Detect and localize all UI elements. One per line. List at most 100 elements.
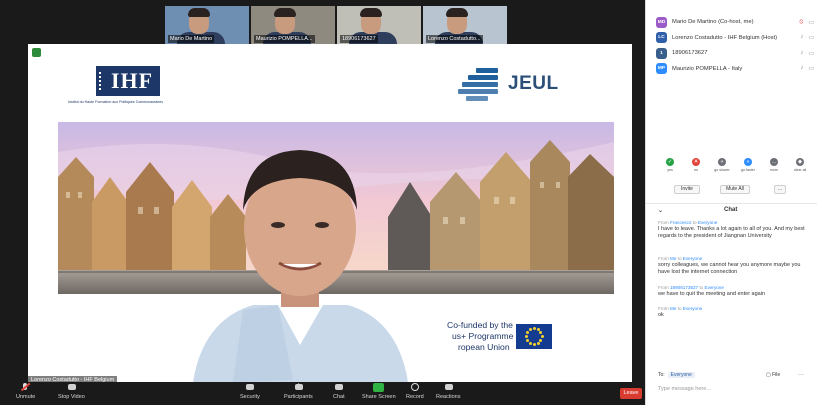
reaction-label: no (694, 168, 698, 172)
shared-slide: IHF Institut du Haute Formation aux Poli… (28, 44, 632, 382)
chat-message: From Francesco to Everyone I have to leav… (658, 220, 808, 241)
participants-button[interactable]: 4 Participants (284, 383, 313, 400)
reaction-icon: ✕ (692, 158, 700, 166)
eu-star-icon (532, 343, 536, 346)
participant-thumbnail[interactable]: Maurizio POMPELLA... (251, 6, 335, 44)
eu-star-icon (525, 331, 529, 334)
chevron-down-icon[interactable]: ⌄ (658, 207, 663, 214)
security-button[interactable]: Security (240, 383, 260, 400)
nonverbal-feedback-bar: ✓ yes ✕ no « go slower » go faster … more ◆ clear a… (660, 158, 810, 180)
chat-recipient-name: Everyone (682, 306, 703, 311)
toolbar-label: Reactions (436, 394, 461, 400)
reaction-label: clear all (793, 168, 807, 172)
meeting-toolbar: Unmute Stop Video Security 4 Participants Cha… (0, 382, 645, 405)
eu-star-icon (536, 341, 540, 345)
ihf-logo-mark: IHF (96, 66, 160, 96)
participant-thumbnail-strip: Mario De Martino Maurizio POMPELLA... 1890… (165, 6, 507, 44)
participant-thumbnail[interactable]: Lorenzo Costadutto... (423, 6, 507, 44)
chat-to-label: To: (658, 372, 665, 378)
avatar: MD (656, 16, 667, 28)
reaction-icon: « (718, 158, 726, 166)
chat-title: Chat (724, 207, 738, 213)
participants-count: 4 (297, 383, 300, 389)
chat-message: From Me to Everyone sorry colleagues, we … (658, 256, 808, 277)
chat-bubble-icon (333, 383, 344, 392)
meeting-window: Mario De Martino Maurizio POMPELLA... 1890… (0, 0, 645, 405)
eu-star-icon (539, 339, 543, 342)
participant-row[interactable]: LC Lorenzo Costadutto - IHF Belgium (Host… (656, 31, 814, 45)
participant-row[interactable]: 1 18906173627 ♪ ▭ (656, 46, 814, 60)
shield-icon (244, 383, 255, 392)
microphone-icon[interactable]: ♪ (800, 50, 803, 57)
thumbnail-name: 18906173627 (340, 35, 378, 43)
microphone-icon[interactable]: ♪ (800, 65, 803, 72)
toolbar-label: Participants (284, 394, 313, 400)
microphone-muted-icon (20, 382, 31, 392)
ihf-logo: IHF Institut du Haute Formation aux Poli… (64, 66, 214, 112)
share-screen-icon (373, 383, 385, 392)
chat-recipient-name: Everyone (682, 256, 703, 261)
video-camera-icon[interactable]: ▭ (808, 34, 814, 41)
participant-name: Lorenzo Costadutto - IHF Belgium (Host) (672, 34, 778, 41)
share-indicator-icon[interactable] (32, 48, 41, 57)
participant-row[interactable]: MP Maurizio POMPELLA - Italy ♪ ▭ (656, 62, 814, 76)
toolbar-label: Share Screen (362, 394, 396, 400)
microphone-icon[interactable]: ♪ (800, 34, 803, 41)
reactions-button[interactable]: Reactions (436, 383, 460, 400)
mute-all-button[interactable]: Mute All (720, 185, 750, 194)
microphone-icon[interactable]: ⦸ (799, 19, 803, 26)
avatar: 1 (656, 47, 667, 59)
record-button[interactable]: Record (406, 383, 424, 400)
side-panel: MD Mario De Martino (Co-host, me) ⦸ ▭ LC Lore… (645, 0, 817, 405)
reaction-no-button[interactable]: ✕ no (686, 158, 706, 180)
unmute-button[interactable]: Unmute (16, 382, 35, 400)
participant-name: 18906173627 (672, 50, 708, 56)
file-label: File (772, 372, 781, 378)
chat-more-button[interactable]: ··· (798, 372, 804, 378)
reaction-clear-all-button[interactable]: ◆ clear all (790, 158, 810, 180)
participant-row[interactable]: MD Mario De Martino (Co-host, me) ⦸ ▭ (656, 15, 814, 29)
reaction-label: yes (667, 168, 673, 172)
chat-recipient-select[interactable]: Everyone (667, 372, 695, 378)
avatar: MP (656, 63, 667, 74)
eu-star-icon (540, 335, 544, 338)
toolbar-label: Security (240, 394, 260, 400)
chat-message: From Me to Everyone ok (658, 306, 808, 319)
chat-sender: 18906173627 (670, 285, 699, 290)
chat-sender: Francesco (670, 220, 692, 225)
video-camera-icon (66, 383, 77, 392)
reaction-more-button[interactable]: … more (764, 158, 784, 180)
chat-message-text: ok (658, 312, 664, 318)
participant-thumbnail[interactable]: 18906173627 (337, 6, 421, 44)
jeul-logo-mark (458, 64, 510, 102)
thumbnail-name: Lorenzo Costadutto... (426, 35, 483, 43)
file-icon: ▢ (766, 372, 771, 378)
participants-more-button[interactable]: ... (774, 185, 786, 194)
eu-star-icon (539, 331, 543, 334)
video-camera-icon[interactable]: ▭ (808, 50, 814, 57)
reaction-go-faster-button[interactable]: » go faster (738, 158, 758, 180)
file-button[interactable]: ▢ File (766, 372, 780, 378)
toolbar-label: Stop Video (58, 394, 85, 400)
stop-video-button[interactable]: Stop Video (58, 383, 85, 400)
reaction-go-slower-button[interactable]: « go slower (712, 158, 732, 180)
eu-star-icon (525, 339, 529, 342)
reaction-icon: ◆ (796, 158, 804, 166)
reaction-icon: … (770, 158, 778, 166)
record-icon (409, 383, 420, 392)
leave-button[interactable]: Leave (620, 388, 642, 399)
chat-message-text: we have to quit the meeting and enter ag… (658, 291, 766, 297)
chat-button[interactable]: Chat (333, 383, 345, 400)
share-screen-button[interactable]: Share Screen (362, 383, 396, 400)
ihf-logo-subtitle: Institut du Haute Formation aux Politiqu… (68, 100, 164, 104)
participant-thumbnail[interactable]: Mario De Martino (165, 6, 249, 44)
video-camera-icon[interactable]: ▭ (808, 65, 814, 72)
invite-button[interactable]: Invite (674, 185, 700, 194)
reaction-label: go faster (741, 168, 755, 172)
reaction-label: more (769, 168, 779, 172)
video-camera-icon[interactable]: ▭ (808, 19, 814, 26)
thumbnail-name: Mario De Martino (168, 35, 215, 43)
reaction-yes-button[interactable]: ✓ yes (660, 158, 680, 180)
chat-message-input[interactable] (658, 384, 808, 394)
presenter-video (183, 130, 418, 382)
